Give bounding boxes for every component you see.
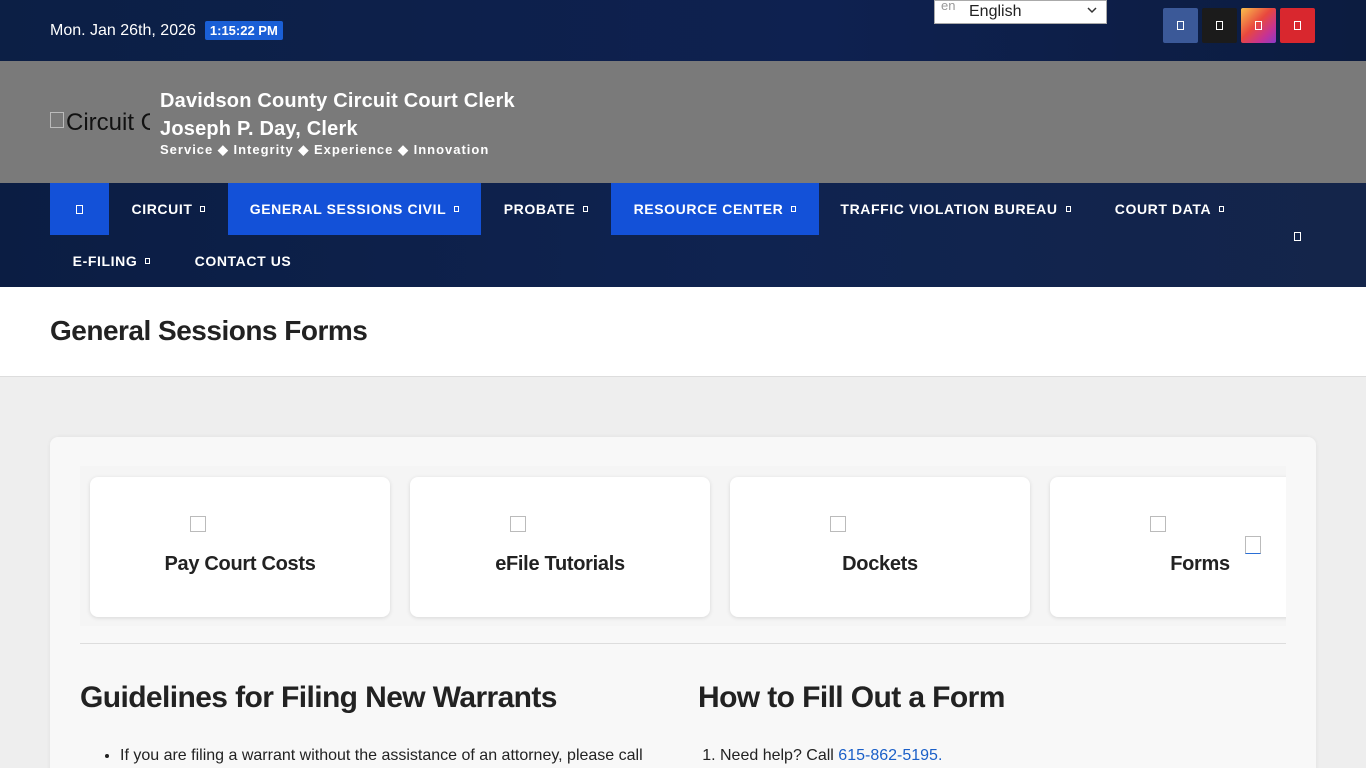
chevron-down-icon xyxy=(791,206,797,212)
nav-label: RESOURCE CENTER xyxy=(633,201,784,217)
site-tagline: Service ◆ Integrity ◆ Experience ◆ Innov… xyxy=(160,142,490,157)
current-date: Mon. Jan 26th, 2026 xyxy=(50,21,196,39)
chevron-down-icon xyxy=(583,206,589,212)
site-header: Circuit Court Clerk Davidson County Circ… xyxy=(0,61,1366,183)
tile-label: Pay Court Costs xyxy=(164,553,316,575)
broken-image-icon xyxy=(50,112,64,128)
howto-list: Need help? Call 615-862-5195. xyxy=(720,747,942,765)
nav-label: PROBATE xyxy=(503,201,576,217)
howto-suffix: . xyxy=(937,747,943,764)
nav-label: GENERAL SESSIONS CIVIL xyxy=(249,201,447,217)
home-icon xyxy=(76,201,83,217)
tile-label: eFile Tutorials xyxy=(495,553,625,575)
tile-image xyxy=(510,516,526,532)
nav-label: CONTACT US xyxy=(194,253,292,269)
nav-probate[interactable]: PROBATE xyxy=(481,183,611,235)
nav-label: COURT DATA xyxy=(1114,201,1212,217)
social-links xyxy=(1163,8,1315,43)
language-select[interactable]: en English xyxy=(934,0,1107,24)
guidelines-list: If you are filing a warrant without the … xyxy=(120,747,643,765)
nav-court-data[interactable]: COURT DATA xyxy=(1092,183,1247,235)
youtube-icon[interactable] xyxy=(1280,8,1315,43)
logo-alt-text: Circuit Court Clerk xyxy=(66,109,150,136)
divider xyxy=(80,643,1286,644)
tile-pay-court-costs[interactable]: Pay Court Costs xyxy=(90,477,390,617)
guidelines-heading: Guidelines for Filing New Warrants xyxy=(80,681,557,714)
current-time: 1:15:22 PM xyxy=(204,21,283,40)
nav-resource-center[interactable]: RESOURCE CENTER xyxy=(611,183,819,235)
content-card: Pay Court Costs eFile Tutorials Dockets … xyxy=(50,437,1316,768)
howto-heading: How to Fill Out a Form xyxy=(698,681,1005,714)
x-icon[interactable] xyxy=(1202,8,1237,43)
page-title: General Sessions Forms xyxy=(50,315,368,346)
chevron-down-icon xyxy=(454,206,460,212)
phone-link[interactable]: 615-862-5195 xyxy=(838,747,938,764)
tile-label: Dockets xyxy=(842,553,918,575)
chevron-down-icon xyxy=(1086,4,1098,19)
site-subtitle: Joseph P. Day, Clerk xyxy=(160,118,358,140)
main-nav: CIRCUIT GENERAL SESSIONS CIVIL PROBATE R… xyxy=(0,183,1366,287)
chevron-down-icon xyxy=(1065,206,1071,212)
chevron-down-icon xyxy=(1219,206,1225,212)
nav-traffic-violation-bureau[interactable]: TRAFFIC VIOLATION BUREAU xyxy=(819,183,1092,235)
tile-image xyxy=(830,516,846,532)
tile-label: Forms xyxy=(1170,553,1230,575)
nav-home[interactable] xyxy=(50,183,109,235)
nav-label: TRAFFIC VIOLATION BUREAU xyxy=(840,201,1058,217)
nav-e-filing[interactable]: E-FILING xyxy=(50,235,173,287)
quick-links-carousel: Pay Court Costs eFile Tutorials Dockets … xyxy=(80,466,1286,626)
page-title-bar: General Sessions Forms xyxy=(0,287,1366,377)
date-time: Mon. Jan 26th, 2026 1:15:22 PM xyxy=(50,21,283,40)
tile-dockets[interactable]: Dockets xyxy=(730,477,1030,617)
tile-image xyxy=(190,516,206,532)
nav-circuit[interactable]: CIRCUIT xyxy=(109,183,228,235)
flag-icon: en xyxy=(941,0,956,13)
language-label: English xyxy=(969,3,1022,20)
top-bar: Mon. Jan 26th, 2026 1:15:22 PM en Englis… xyxy=(0,0,1366,61)
instagram-icon[interactable] xyxy=(1241,8,1276,43)
site-title[interactable]: Davidson County Circuit Court Clerk xyxy=(160,87,515,115)
chevron-down-icon xyxy=(200,206,206,212)
carousel-next-icon[interactable] xyxy=(1245,536,1261,554)
nav-general-sessions-civil[interactable]: GENERAL SESSIONS CIVIL xyxy=(228,183,481,235)
howto-text: Need help? Call xyxy=(720,747,839,764)
tile-efile-tutorials[interactable]: eFile Tutorials xyxy=(410,477,710,617)
search-icon[interactable] xyxy=(1294,228,1301,246)
facebook-icon[interactable] xyxy=(1163,8,1198,43)
site-titles: Davidson County Circuit Court Clerk Jose… xyxy=(160,87,515,157)
nav-label: CIRCUIT xyxy=(131,201,193,217)
tile-image xyxy=(1150,516,1166,532)
nav-contact-us[interactable]: CONTACT US xyxy=(173,235,313,287)
nav-label: E-FILING xyxy=(72,253,138,269)
site-logo[interactable]: Circuit Court Clerk xyxy=(50,109,150,137)
list-item: Need help? Call 615-862-5195. xyxy=(720,747,942,765)
chevron-down-icon xyxy=(145,258,151,264)
list-item: If you are filing a warrant without the … xyxy=(120,747,643,765)
